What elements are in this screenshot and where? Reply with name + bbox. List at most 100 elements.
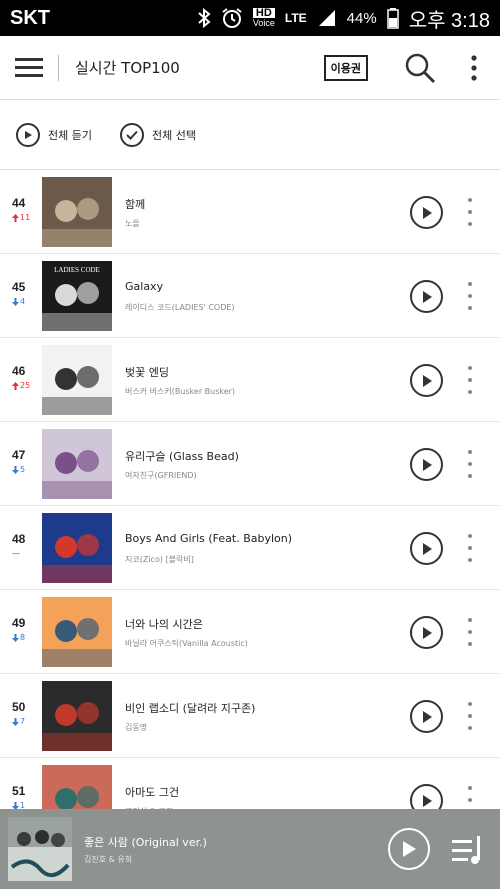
arrow-up-icon — [12, 381, 19, 390]
chart-row[interactable]: 44 11 함께 노을 — [0, 170, 500, 254]
song-title: Boys And Girls (Feat. Babylon) — [125, 532, 293, 545]
song-title: 벚꽃 엔딩 — [125, 366, 169, 379]
play-icon — [422, 290, 432, 303]
album-art[interactable] — [42, 177, 112, 247]
song-artist: 노을 — [125, 219, 140, 228]
rank-change: 4 — [12, 297, 25, 306]
more-dot-icon — [468, 450, 472, 454]
rank-change-value: 11 — [20, 213, 31, 222]
now-playing-title: 좋은 사람 (Original ver.) — [84, 835, 207, 849]
chart-row[interactable]: 48 — Boys And Girls (Feat. Babylon) 지코(Zico… — [0, 506, 500, 590]
play-button[interactable] — [410, 448, 443, 481]
now-playing-info[interactable]: 좋은 사람 (Original ver.) 김진호 & 유희 — [84, 834, 207, 865]
rank-change: 25 — [12, 381, 30, 390]
play-button[interactable] — [410, 280, 443, 313]
song-artist: 여자친구(GFRIEND) — [125, 471, 197, 480]
play-icon — [422, 374, 432, 387]
play-button[interactable] — [410, 364, 443, 397]
play-button[interactable] — [410, 700, 443, 733]
more-options-button[interactable] — [462, 54, 486, 81]
clock: 오후 3:18 — [408, 9, 490, 32]
play-button[interactable] — [410, 196, 443, 229]
more-dot-icon — [468, 198, 472, 202]
chart-row[interactable]: 49 8 너와 나의 시간은 바닐라 어쿠스틱(Vanilla Acoustic) — [0, 590, 500, 674]
select-all-label: 전체 선택 — [151, 128, 196, 142]
rank-change: 5 — [12, 465, 25, 474]
rank-number: 50 — [12, 700, 26, 714]
now-playing-album-art[interactable] — [8, 817, 72, 881]
row-more-button[interactable] — [463, 366, 477, 394]
play-icon — [403, 841, 416, 857]
signal-icon — [317, 8, 337, 28]
more-dot-icon — [468, 726, 472, 730]
chart-row[interactable]: 47 5 유리구슬 (Glass Bead) 여자친구(GFRIEND) — [0, 422, 500, 506]
hamburger-menu-button[interactable] — [0, 36, 58, 100]
more-dot-icon — [468, 630, 472, 634]
song-title: 너와 나의 시간은 — [125, 618, 203, 631]
page-title: 실시간 TOP100 — [75, 59, 180, 77]
album-art[interactable] — [42, 597, 112, 667]
more-vertical-icon — [471, 54, 477, 81]
play-button[interactable] — [410, 532, 443, 565]
check-circle-icon — [119, 122, 144, 147]
play-button[interactable] — [410, 616, 443, 649]
play-all-label: 전체 듣기 — [48, 128, 92, 142]
hd-label: HD — [252, 8, 275, 19]
song-artist: 바닐라 어쿠스틱(Vanilla Acoustic) — [125, 639, 248, 648]
row-more-button[interactable] — [463, 198, 477, 226]
row-more-button[interactable] — [463, 534, 477, 562]
chart-row[interactable]: 45 4 LADIES CODE Galaxy 레이디스 코드(LADIES' CODE… — [0, 254, 500, 338]
more-dot-icon — [468, 306, 472, 310]
more-dot-icon — [468, 714, 472, 718]
more-dot-icon — [468, 294, 472, 298]
song-title: 유리구슬 (Glass Bead) — [125, 450, 239, 463]
arrow-up-icon — [12, 213, 19, 222]
rank-change-value: — — [12, 549, 20, 558]
song-artist: 김동명 — [125, 723, 148, 732]
more-dot-icon — [468, 642, 472, 646]
chart-row[interactable]: 50 7 비인 랩소디 (달려라 지구존) 김동명 — [0, 674, 500, 758]
song-artist: 지코(Zico) [블락비] — [125, 555, 194, 564]
status-icons: HD Voice LTE 44% 오후 3:18 — [197, 4, 490, 33]
row-more-button[interactable] — [463, 702, 477, 730]
menu-icon — [15, 57, 43, 77]
play-icon — [422, 794, 432, 807]
mini-player-play-button[interactable] — [388, 828, 430, 870]
rank-number: 44 — [12, 196, 26, 210]
more-dot-icon — [468, 546, 472, 550]
playlist-button[interactable] — [450, 832, 486, 868]
more-dot-icon — [468, 390, 472, 394]
song-title: 비인 랩소디 (달려라 지구존) — [125, 702, 256, 715]
row-more-button[interactable] — [463, 618, 477, 646]
chart-row[interactable]: 46 25 벚꽃 엔딩 버스커 버스커(Busker Busker) — [0, 338, 500, 422]
rank-change: 11 — [12, 213, 30, 222]
app-bar: 실시간 TOP100 이용권 — [0, 36, 500, 100]
list-actions: 전체 듣기 전체 선택 — [0, 100, 500, 170]
ticket-button[interactable]: 이용권 — [323, 54, 368, 81]
more-dot-icon — [468, 366, 472, 370]
rank-change: — — [12, 549, 20, 558]
row-more-button[interactable] — [463, 450, 477, 478]
album-art-text: LADIES CODE — [54, 266, 100, 274]
battery-icon — [386, 7, 399, 29]
arrow-down-icon — [12, 297, 19, 306]
album-art[interactable] — [42, 513, 112, 583]
rank-number: 47 — [12, 448, 26, 462]
arrow-down-icon — [12, 465, 19, 474]
appbar-divider — [58, 54, 59, 81]
play-all-button[interactable]: 전체 듣기 — [16, 122, 92, 147]
play-icon — [422, 458, 432, 471]
search-button[interactable] — [398, 52, 442, 84]
mini-player[interactable]: 좋은 사람 (Original ver.) 김진호 & 유희 — [0, 809, 500, 889]
album-art[interactable] — [42, 681, 112, 751]
more-dot-icon — [468, 702, 472, 706]
album-art[interactable] — [42, 429, 112, 499]
row-more-button[interactable] — [463, 282, 477, 310]
rank-change-value: 4 — [20, 297, 26, 306]
select-all-button[interactable]: 전체 선택 — [119, 122, 196, 147]
album-art[interactable]: LADIES CODE — [42, 261, 112, 331]
song-title: 아마도 그건 — [125, 786, 180, 799]
album-art[interactable] — [42, 345, 112, 415]
rank-change: 8 — [12, 633, 25, 642]
play-circle-icon — [16, 122, 40, 147]
